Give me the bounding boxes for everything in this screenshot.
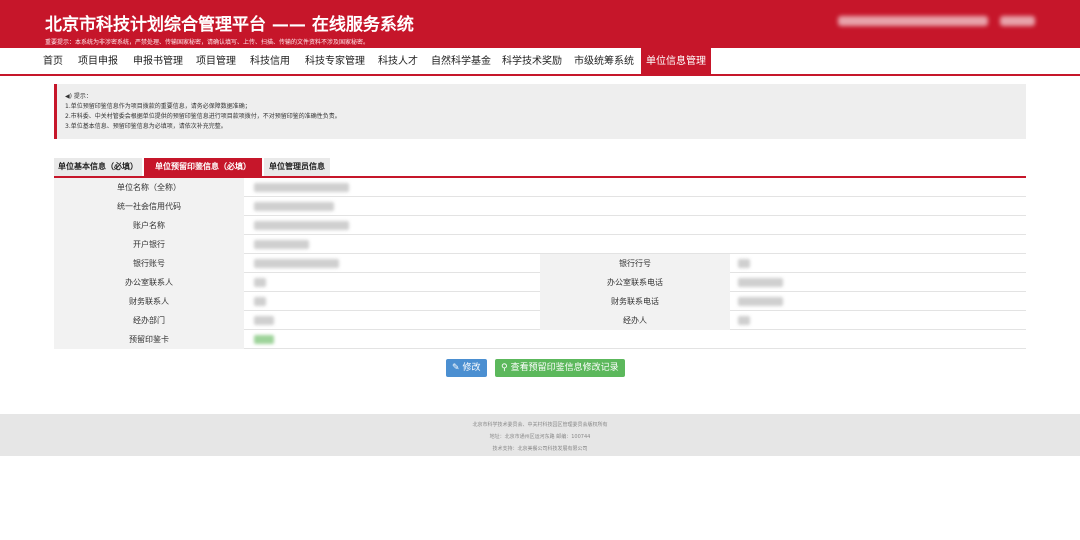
unit-name-label: 单位名称（全称） (54, 178, 244, 197)
form-row-credit-code: 统一社会信用代码 (54, 197, 1026, 216)
logout-link[interactable] (1000, 16, 1035, 26)
form-row-bank: 开户银行 (54, 235, 1026, 254)
tip-line-2: 2.市科委、中关村管委会根据单位提供的预留印鉴信息进行项目款项拨付，不对预留印鉴… (65, 113, 341, 120)
tab-admin-info[interactable]: 单位管理员信息 (264, 158, 330, 176)
account-name-label: 账户名称 (54, 216, 244, 235)
security-notice: 重要提示：本系统为非涉密系统，严禁处理、传输国家秘密，请确认填写、上传、扫描、传… (45, 39, 370, 46)
edit-icon: ✎ (452, 363, 460, 373)
nav-item-awards[interactable]: 科学技术奖励 (502, 48, 562, 76)
nav-item-project-apply[interactable]: 项目申报 (78, 48, 118, 76)
unit-name-value (254, 183, 349, 192)
seal-card-thumbnail[interactable] (254, 335, 274, 344)
finance-contact-value (254, 297, 266, 306)
nav-item-credit[interactable]: 科技信用 (250, 48, 290, 76)
tip-title: ◀) 提示： (65, 93, 92, 100)
footer-postcode: 邮编：100744 (556, 434, 591, 440)
form-row-department: 经办部门 经办人 (54, 311, 1026, 330)
app-header: 北京市科技计划综合管理平台 —— 在线服务系统 重要提示：本系统为非涉密系统，严… (0, 0, 1080, 48)
form-row-finance-contact: 财务联系人 财务联系电话 (54, 292, 1026, 311)
tip-line-1: 1.单位预留印鉴信息作为项目拨款的重要信息，请务必保障数据准确； (65, 103, 251, 110)
tab-seal-info[interactable]: 单位预留印鉴信息（必填） (144, 158, 262, 176)
nav-item-home[interactable]: 首页 (43, 48, 63, 76)
bank-account-value (254, 259, 339, 268)
view-change-log-label: 查看预留印鉴信息修改记录 (510, 363, 619, 373)
department-label: 经办部门 (54, 311, 244, 330)
office-phone-label: 办公室联系电话 (540, 273, 730, 292)
nav-item-project-mgmt[interactable]: 项目管理 (196, 48, 236, 76)
edit-button-label: 修改 (462, 363, 481, 373)
office-phone-value (738, 278, 783, 287)
footer-tech-support: 技术支持：北京美餐公司科技发展有限公司 (492, 446, 588, 452)
page-footer: 北京市科学技术委员会、中关村科技园区管理委员会版权所有 地址：北京市通州区运河东… (0, 414, 1080, 456)
seal-card-label: 预留印鉴卡 (54, 330, 244, 349)
bank-label: 开户银行 (54, 235, 244, 254)
tab-basic-info[interactable]: 单位基本信息（必填） (54, 158, 142, 176)
credit-code-value (254, 202, 334, 211)
nav-item-talent[interactable]: 科技人才 (378, 48, 418, 76)
main-nav: 首页 项目申报 申报书管理 项目管理 科技信用 科技专家管理 科技人才 自然科学… (0, 48, 1080, 76)
nav-item-unit-info[interactable]: 单位信息管理 (641, 48, 711, 76)
info-tabs: 单位基本信息（必填） 单位预留印鉴信息（必填） 单位管理员信息 (54, 158, 1026, 178)
nav-item-science-fund[interactable]: 自然科学基金 (431, 48, 491, 76)
bank-number-value (738, 259, 750, 268)
bank-number-label: 银行行号 (540, 254, 730, 273)
tip-line-3: 3.单位基本信息、预留印鉴信息为必填项，请依次补充完整。 (65, 123, 227, 130)
department-value (254, 316, 274, 325)
footer-address-text: 地址：北京市通州区运河东路 (489, 434, 555, 440)
nav-item-municipal-system[interactable]: 市级统筹系统 (574, 48, 634, 76)
view-change-log-button[interactable]: ⚲ 查看预留印鉴信息修改记录 (495, 359, 625, 377)
office-contact-label: 办公室联系人 (54, 273, 244, 292)
bank-account-label: 银行账号 (54, 254, 244, 273)
app-title: 北京市科技计划综合管理平台 —— 在线服务系统 (45, 15, 414, 35)
form-row-unit-name: 单位名称（全称） (54, 178, 1026, 197)
finance-contact-label: 财务联系人 (54, 292, 244, 311)
search-icon: ⚲ (501, 363, 508, 373)
form-row-office-contact: 办公室联系人 办公室联系电话 (54, 273, 1026, 292)
finance-phone-label: 财务联系电话 (540, 292, 730, 311)
form-row-seal-card: 预留印鉴卡 (54, 330, 1026, 349)
footer-address: 地址：北京市通州区运河东路 邮编：100744 (0, 433, 1080, 440)
tip-box: ◀) 提示： 1.单位预留印鉴信息作为项目拨款的重要信息，请务必保障数据准确； … (54, 84, 1026, 139)
bank-value (254, 240, 309, 249)
handler-value (738, 316, 750, 325)
office-contact-value (254, 278, 266, 287)
form-row-account-name: 账户名称 (54, 216, 1026, 235)
handler-label: 经办人 (540, 311, 730, 330)
user-info (838, 16, 988, 26)
nav-item-expert-mgmt[interactable]: 科技专家管理 (305, 48, 365, 76)
footer-copyright: 北京市科学技术委员会、中关村科技园区管理委员会版权所有 (472, 422, 608, 428)
finance-phone-value (738, 297, 783, 306)
edit-button[interactable]: ✎ 修改 (446, 359, 487, 377)
form-row-bank-account: 银行账号 银行行号 (54, 254, 1026, 273)
account-name-value (254, 221, 349, 230)
credit-code-label: 统一社会信用代码 (54, 197, 244, 216)
nav-item-application-mgmt[interactable]: 申报书管理 (133, 48, 183, 76)
